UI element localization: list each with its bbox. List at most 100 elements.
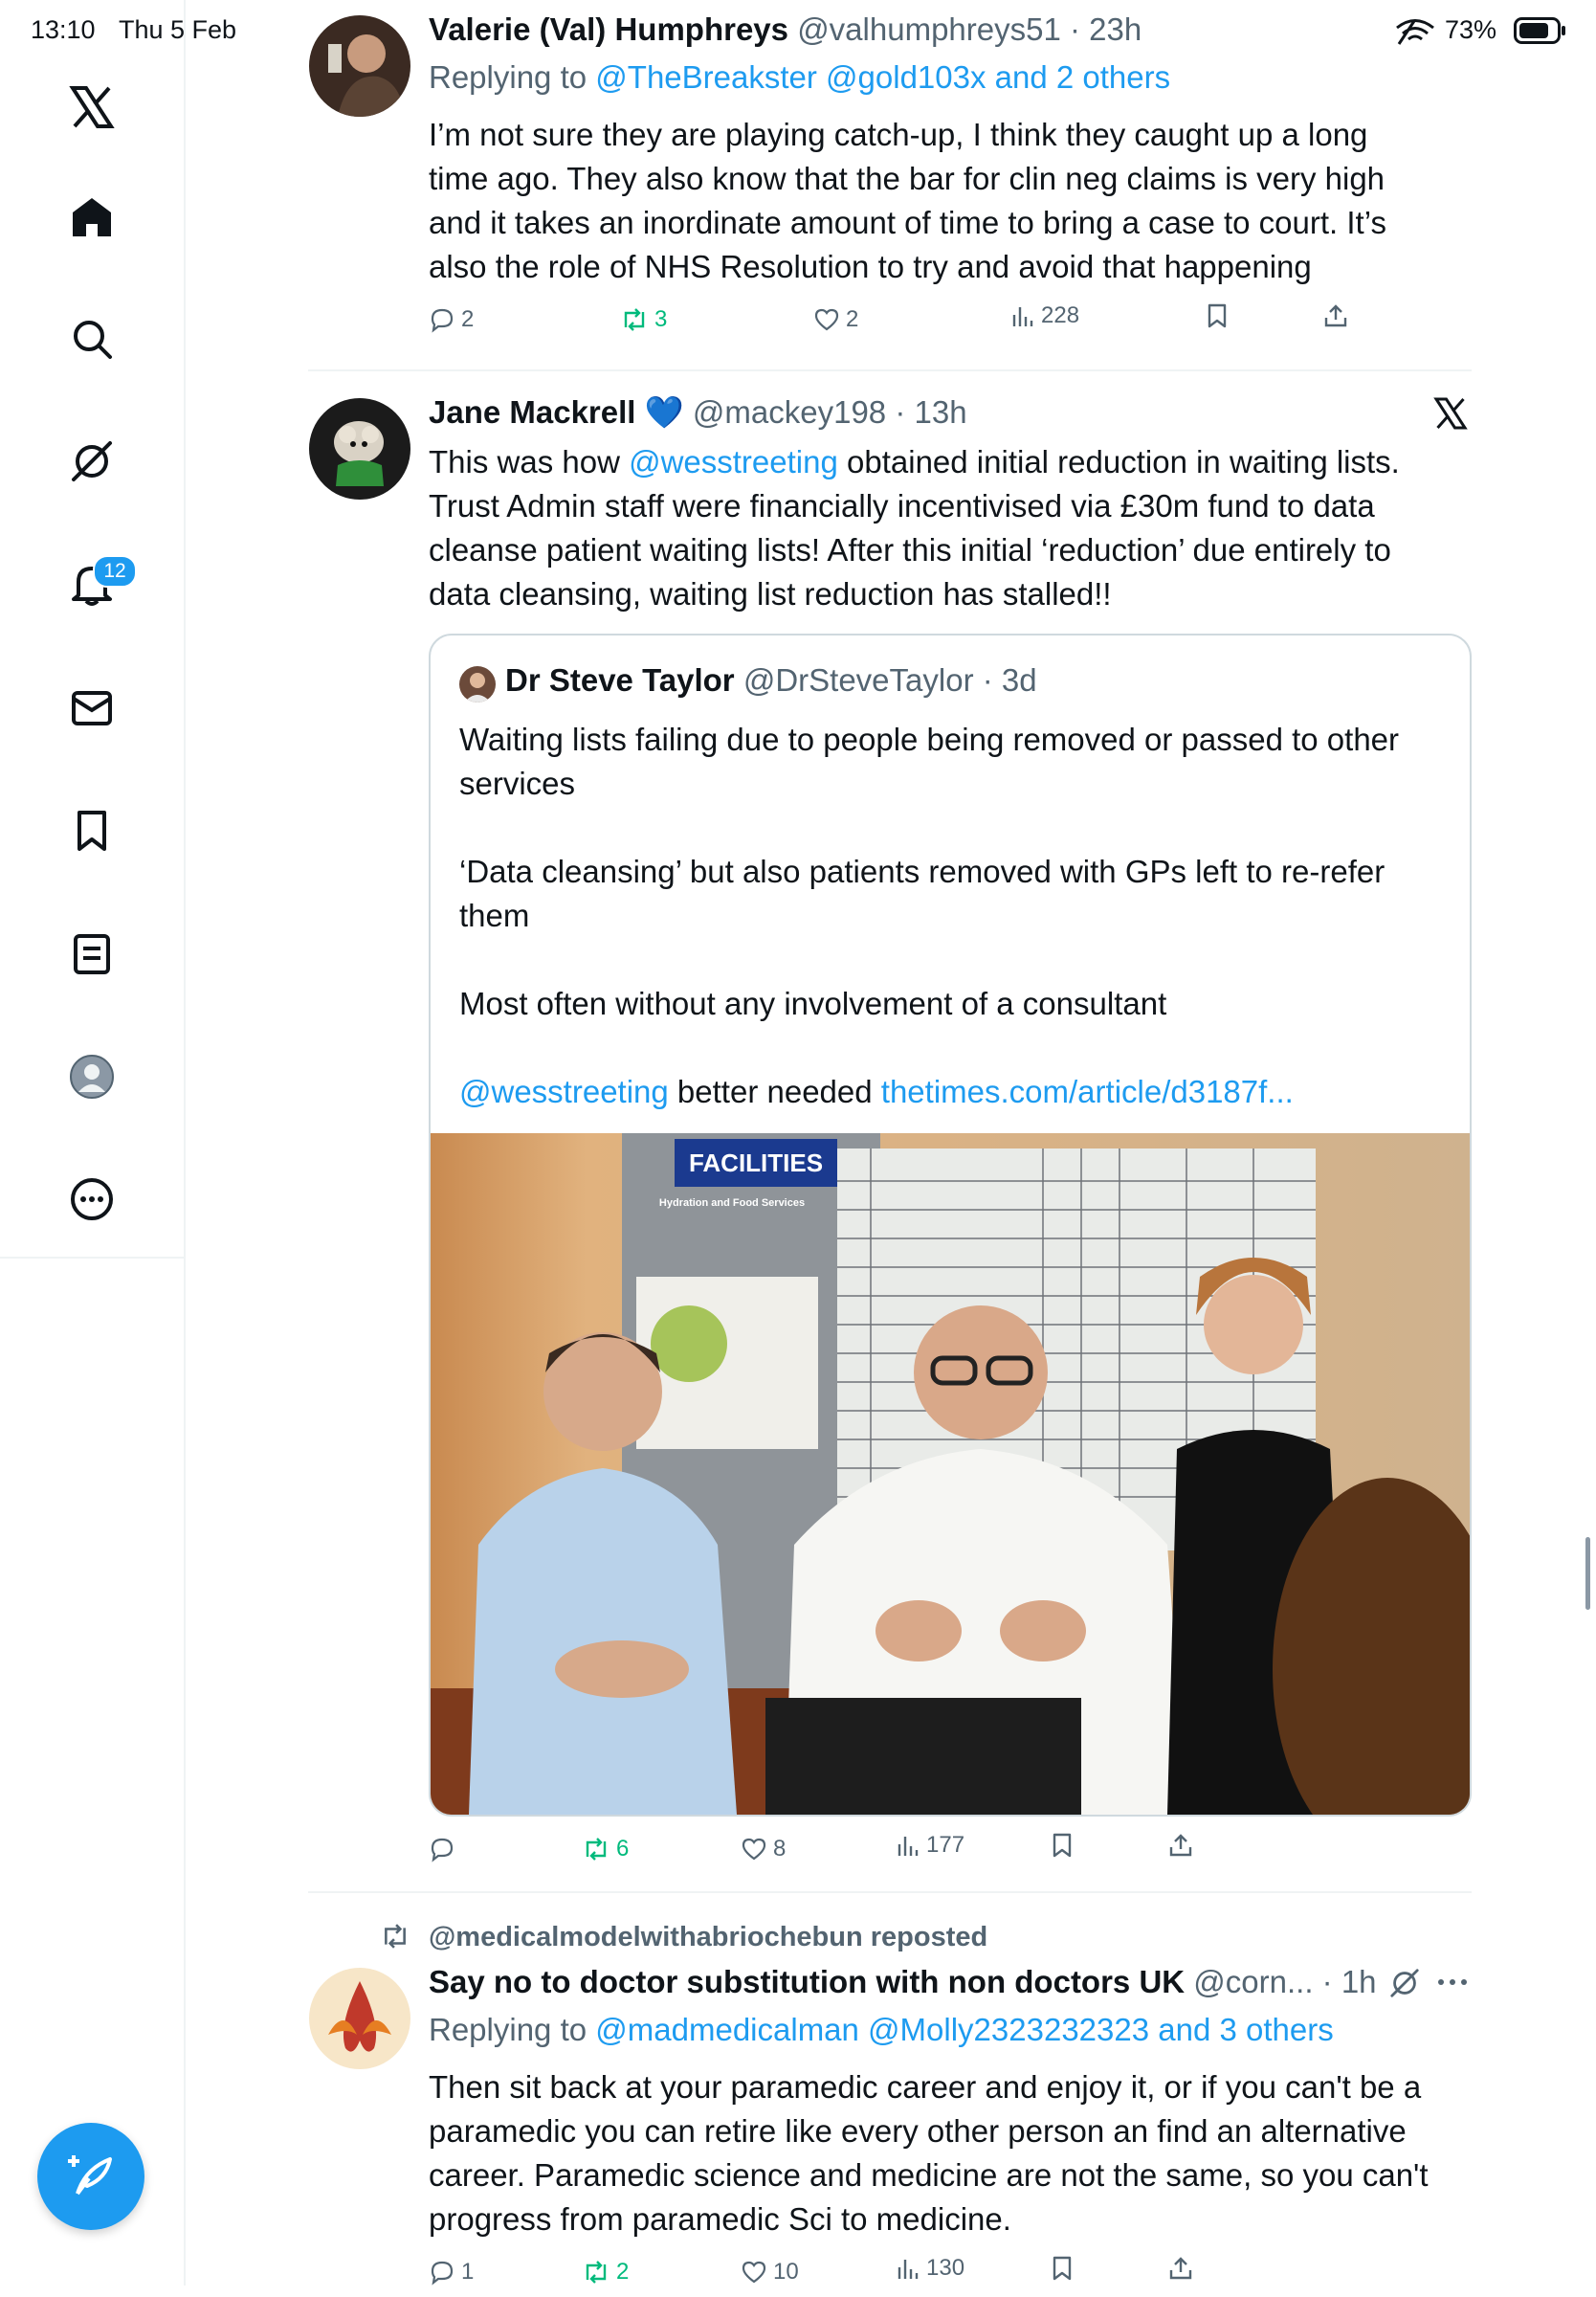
author-name[interactable]: Jane Mackrell: [429, 394, 635, 430]
bookmark-button[interactable]: [1206, 302, 1229, 329]
reposted-by[interactable]: @medicalmodelwithabriochebun reposted: [429, 1922, 987, 1953]
repost-count: 3: [654, 306, 668, 332]
repost-button[interactable]: 3: [620, 306, 667, 333]
quote-text-line: services: [459, 766, 576, 801]
repost-button[interactable]: 6: [582, 1836, 629, 1862]
search-icon[interactable]: [69, 316, 115, 362]
photo-sign-subtitle: Hydration and Food Services: [659, 1197, 805, 1209]
like-count: 2: [846, 306, 859, 332]
reply-button[interactable]: [429, 1836, 461, 1862]
views-icon: [898, 1837, 919, 1856]
tweet-text-line: Trust Admin staff were financially incen…: [429, 488, 1375, 524]
home-icon[interactable]: [69, 194, 115, 240]
share-button[interactable]: [1322, 302, 1349, 329]
tweet-text: I’m not sure they are playing catch-up, …: [429, 113, 1481, 289]
like-icon: [742, 1838, 766, 1861]
replying-prefix: Replying to: [429, 59, 587, 95]
tweet-text-line: career. Paramedic science and medicine a…: [429, 2157, 1429, 2193]
grok-explain-icon[interactable]: [1389, 1968, 1420, 2003]
views-count: 130: [926, 2255, 965, 2281]
reply-count: 2: [461, 306, 475, 332]
tweet-text-line: data cleansing, waiting list reduction h…: [429, 576, 1112, 612]
scrollbar[interactable]: [1585, 1537, 1590, 1610]
share-button[interactable]: [1167, 1832, 1194, 1859]
views-count: 177: [926, 1832, 965, 1858]
replying-to: Replying to @TheBreakster @gold103x and …: [429, 59, 1170, 96]
tweet-text-line: and it takes an inordinate amount of tim…: [429, 205, 1386, 240]
tweet-time[interactable]: · 1h: [1322, 1964, 1377, 1999]
text-segment: This was how: [429, 444, 630, 479]
views-button[interactable]: 130: [896, 2255, 964, 2282]
reply-button[interactable]: 1: [429, 2259, 474, 2286]
bookmarks-icon[interactable]: [69, 808, 115, 854]
like-button[interactable]: 2: [813, 306, 858, 333]
quote-text-segment: better needed: [668, 1074, 881, 1109]
avatar[interactable]: [309, 398, 410, 500]
battery-percent: 73%: [1445, 15, 1497, 44]
author-handle[interactable]: @valhumphreys51: [797, 11, 1061, 47]
compose-button[interactable]: [37, 2123, 144, 2230]
views-icon: [898, 2260, 919, 2279]
tweet-actions: 1 2 10 130: [429, 2255, 1385, 2297]
author-name[interactable]: Say no to doctor substitution with non d…: [429, 1964, 1185, 1999]
author-handle[interactable]: @mackey198: [693, 394, 886, 430]
like-count: 8: [773, 1836, 787, 1862]
quote-tweet[interactable]: Dr Steve Taylor @DrSteveTaylor · 3d Wait…: [429, 634, 1472, 1817]
replying-mentions[interactable]: @TheBreakster @gold103x and 2 others: [595, 59, 1170, 95]
like-icon: [742, 2261, 766, 2284]
tweet-text-line: time ago. They also know that the bar fo…: [429, 161, 1385, 196]
battery-icon: [1514, 17, 1567, 49]
profile-avatar-icon[interactable]: [69, 1054, 115, 1100]
repost-button[interactable]: 2: [582, 2259, 629, 2286]
tweet-text-line: This was how @wesstreeting obtained init…: [429, 440, 1481, 484]
share-icon: [1169, 1834, 1192, 1857]
sidebar-divider: [0, 1257, 184, 1259]
messages-icon[interactable]: [69, 685, 115, 731]
heart-emoji: 💙: [644, 394, 684, 430]
quote-author-handle: @DrSteveTaylor: [743, 662, 974, 698]
quote-text-line: Most often without any involvement of a …: [459, 986, 1167, 1021]
replying-mentions[interactable]: @madmedicalman @Molly2323232323 and 3 ot…: [595, 2012, 1333, 2047]
avatar[interactable]: [309, 1968, 410, 2069]
more-options-icon[interactable]: [1437, 1975, 1468, 1993]
bookmark-icon: [1208, 303, 1227, 328]
repost-icon: [586, 1838, 607, 1861]
author-name[interactable]: Valerie (Val) Humphreys: [429, 11, 788, 47]
avatar[interactable]: [309, 15, 410, 117]
sidebar: 12: [0, 0, 186, 2286]
notifications-badge: 12: [93, 555, 137, 588]
tweet-text-line: I’m not sure they are playing catch-up, …: [429, 117, 1368, 152]
x-brand-icon[interactable]: [1433, 396, 1468, 435]
mention-link[interactable]: @wesstreeting: [629, 444, 838, 479]
repost-indicator-icon: [379, 1922, 411, 1955]
bookmark-button[interactable]: [1051, 2255, 1074, 2282]
bookmark-icon: [1053, 2256, 1072, 2281]
author-handle[interactable]: @corn...: [1193, 1964, 1313, 1999]
tweet-text: Then sit back at your paramedic career a…: [429, 2065, 1481, 2241]
reply-button[interactable]: 2: [429, 306, 474, 333]
tweet-header: Jane Mackrell 💙 @mackey198 · 13h: [429, 394, 967, 432]
share-button[interactable]: [1167, 2255, 1194, 2282]
tweet-time[interactable]: · 13h: [895, 394, 966, 430]
quote-text-line: [459, 806, 1454, 850]
tweet-text-line: Then sit back at your paramedic career a…: [429, 2069, 1422, 2105]
views-button[interactable]: 177: [896, 1832, 964, 1859]
reply-icon: [431, 1838, 454, 1862]
text-segment: obtained initial reduction in waiting li…: [837, 444, 1400, 479]
quote-header: Dr Steve Taylor @DrSteveTaylor · 3d: [505, 662, 1037, 699]
replying-to: Replying to @madmedicalman @Molly2323232…: [429, 2012, 1334, 2048]
replying-prefix: Replying to: [429, 2012, 587, 2047]
tweet-time[interactable]: · 23h: [1070, 11, 1142, 47]
like-button[interactable]: 8: [741, 1836, 786, 1862]
tweet-header: Valerie (Val) Humphreys @valhumphreys51 …: [429, 11, 1142, 48]
more-icon[interactable]: [69, 1176, 115, 1222]
like-button[interactable]: 10: [741, 2259, 799, 2286]
x-logo-icon[interactable]: [69, 84, 115, 130]
quote-avatar[interactable]: [459, 666, 496, 702]
quote-photo[interactable]: FACILITIES Hydration and Food Services: [431, 1133, 1470, 1815]
quote-mention: @wesstreeting: [459, 1074, 669, 1109]
lists-icon[interactable]: [69, 931, 115, 977]
grok-icon[interactable]: [69, 438, 115, 484]
bookmark-button[interactable]: [1051, 1832, 1074, 1859]
views-button[interactable]: 228: [1010, 302, 1079, 329]
